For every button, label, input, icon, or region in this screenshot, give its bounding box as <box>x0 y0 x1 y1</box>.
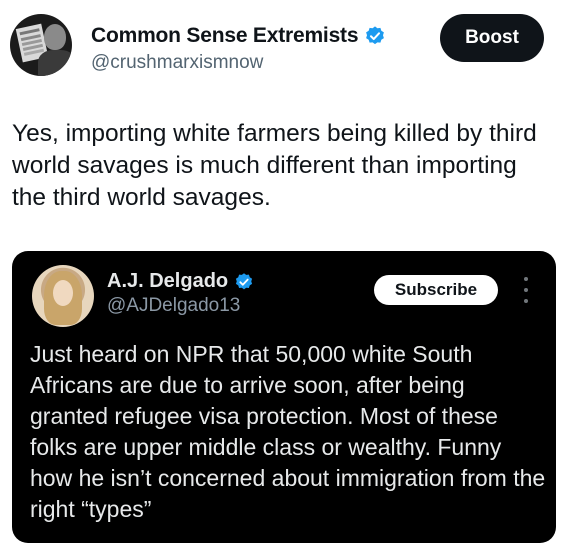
quoted-author-avatar[interactable] <box>32 265 94 327</box>
author-handle[interactable]: @crushmarxismnow <box>91 52 263 74</box>
more-vertical-icon[interactable] <box>522 277 530 303</box>
post: Common Sense Extremists @crushmarxismnow… <box>0 0 568 549</box>
verified-badge-icon <box>236 272 253 289</box>
author-name-row: Common Sense Extremists <box>91 24 386 48</box>
verified-badge-icon <box>366 26 385 45</box>
quoted-author-handle[interactable]: @AJDelgado13 <box>107 295 240 317</box>
quoted-author-display-name[interactable]: A.J. Delgado <box>107 270 228 293</box>
quoted-author-name-row: A.J. Delgado <box>107 270 254 293</box>
quoted-post-text: Just heard on NPR that 50,000 white Sout… <box>30 341 546 522</box>
subscribe-button[interactable]: Subscribe <box>374 275 498 305</box>
post-text: Yes, importing white farmers being kille… <box>12 120 537 211</box>
quoted-post-card[interactable]: A.J. Delgado @AJDelgado13 Subscribe Just… <box>12 251 556 543</box>
boost-button[interactable]: Boost <box>440 14 544 62</box>
author-avatar[interactable] <box>10 14 72 76</box>
author-display-name[interactable]: Common Sense Extremists <box>91 24 359 48</box>
